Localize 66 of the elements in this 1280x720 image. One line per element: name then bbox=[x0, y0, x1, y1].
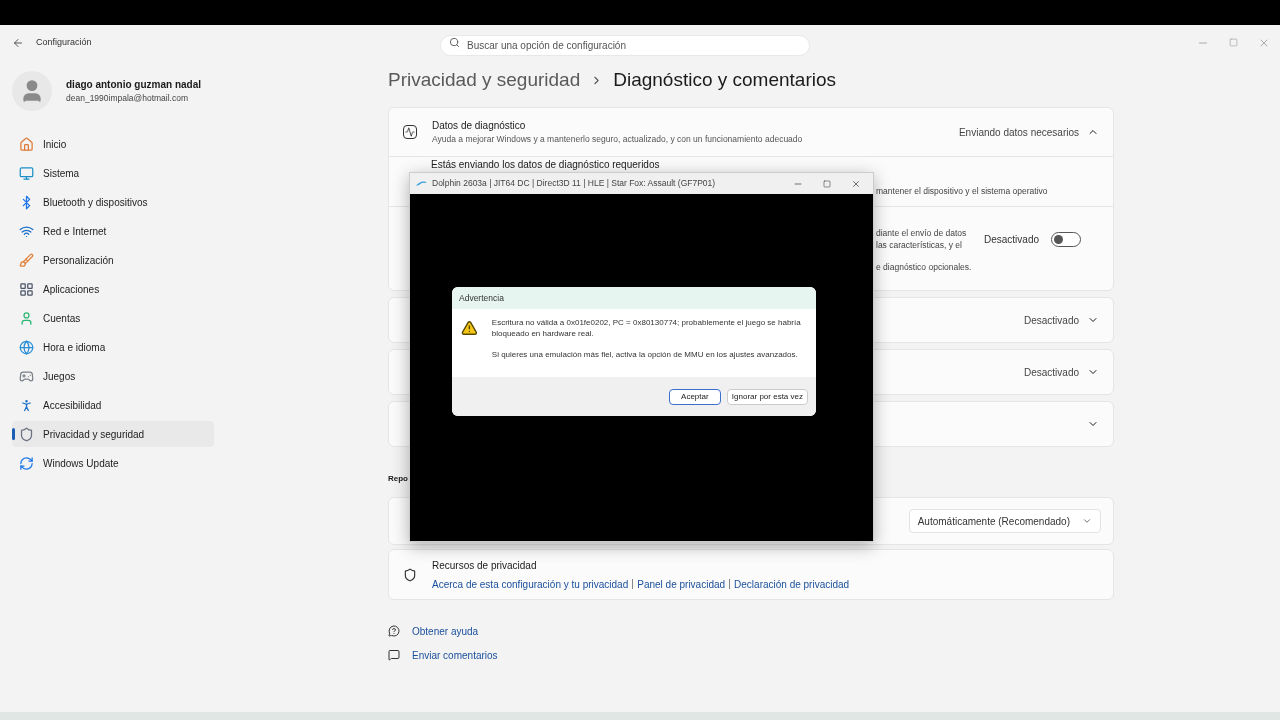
search-field[interactable]: Buscar una opción de configuración bbox=[440, 35, 810, 56]
setting-description: mantener el dispositivo y el sistema operativo bbox=[876, 185, 1049, 198]
dialog-button[interactable]: Aceptar bbox=[668, 388, 721, 405]
apps-icon bbox=[19, 281, 34, 297]
dialog-button[interactable]: Ignorar por esta vez bbox=[726, 388, 808, 405]
sidebar-item[interactable]: Sistema bbox=[12, 160, 214, 186]
chevron-down-icon bbox=[1082, 516, 1092, 526]
feedback-icon bbox=[388, 649, 400, 661]
setting-title: Estás enviando los datos de diagnóstico requeridos bbox=[431, 159, 661, 171]
brush-icon bbox=[19, 252, 34, 268]
sidebar-item[interactable]: Juegos bbox=[12, 363, 214, 389]
user-icon bbox=[19, 310, 34, 326]
globe-icon bbox=[19, 339, 34, 355]
account-email: dean_1990impala@hotmail.com bbox=[66, 92, 190, 105]
toggle-switch[interactable] bbox=[1051, 231, 1081, 247]
setting-description: diante el envío de datos bbox=[876, 227, 967, 239]
back-icon[interactable] bbox=[12, 36, 24, 49]
setting-value: Desactivado bbox=[1023, 365, 1079, 380]
setting-description: las características, y el bbox=[876, 239, 963, 251]
activity-icon bbox=[403, 125, 417, 139]
gamepad-icon bbox=[19, 368, 34, 384]
breadcrumb-parent[interactable]: Privacidad y seguridad bbox=[388, 65, 581, 95]
toggle-label: Desactivado bbox=[983, 232, 1039, 247]
wifi-icon bbox=[19, 223, 34, 239]
refresh-icon bbox=[19, 455, 34, 471]
help-link[interactable]: Enviar comentarios bbox=[412, 647, 498, 663]
sidebar-item[interactable]: Aplicaciones bbox=[12, 276, 214, 302]
setting-value: Enviando datos necesarios bbox=[958, 125, 1079, 140]
avatar bbox=[12, 71, 52, 111]
dialog-title: Advertencia bbox=[459, 291, 504, 305]
accessibility-icon bbox=[19, 397, 34, 413]
sidebar-item[interactable]: Privacidad y seguridad bbox=[12, 421, 214, 447]
maximize-icon[interactable] bbox=[823, 179, 831, 188]
window-title: Configuración bbox=[36, 35, 93, 49]
setting-description: e diagnóstico opcionales. bbox=[876, 261, 973, 274]
sidebar-item[interactable]: Red e Internet bbox=[12, 218, 214, 244]
section-heading: Repo bbox=[388, 473, 408, 485]
dolphin-icon bbox=[416, 179, 428, 188]
sidebar-item[interactable]: Inicio bbox=[12, 131, 214, 157]
privacy-link[interactable]: Acerca de esta configuración y tu privacidad bbox=[432, 576, 629, 592]
monitor-icon bbox=[19, 165, 34, 181]
setting-description: Ayuda a mejorar Windows y a mantenerlo seguro, actualizado, y con un funcionamiento adecuado bbox=[432, 133, 803, 146]
sidebar-item[interactable]: Windows Update bbox=[12, 450, 214, 476]
home-icon bbox=[19, 136, 34, 152]
sidebar-item[interactable]: Bluetooth y dispositivos bbox=[12, 189, 214, 215]
search-icon bbox=[449, 37, 460, 48]
sidebar-item[interactable]: Accesibilidad bbox=[12, 392, 214, 418]
help-icon bbox=[388, 625, 400, 637]
privacy-link[interactable]: Declaración de privacidad bbox=[734, 576, 850, 592]
sidebar-item[interactable]: Cuentas bbox=[12, 305, 214, 331]
window-title: Dolphin 2603a | JIT64 DC | Direct3D 11 | HLE | Star Fox: Assault (GF7P01) bbox=[432, 177, 716, 190]
setting-title: Recursos de privacidad bbox=[432, 558, 538, 573]
dialog-message: Escritura no válida a 0x01fe0202, PC = 0x80130774; probablemente el juego se habría bloqueado en hardware real. bbox=[491, 317, 802, 339]
help-link[interactable]: Obtener ayuda bbox=[412, 623, 479, 639]
sidebar-item[interactable]: Hora e idioma bbox=[12, 334, 214, 360]
setting-title: Datos de diagnóstico bbox=[432, 119, 527, 134]
page-title: Diagnóstico y comentarios bbox=[613, 67, 837, 92]
shield-icon bbox=[403, 567, 417, 582]
setting-value: Desactivado bbox=[1023, 313, 1079, 328]
close-icon[interactable] bbox=[851, 178, 861, 189]
sidebar-item[interactable]: Personalización bbox=[12, 247, 214, 273]
shield-icon bbox=[19, 426, 34, 442]
account-name: diago antonio guzman nadal bbox=[66, 78, 201, 93]
frequency-dropdown[interactable]: Automáticamente (Recomendado) bbox=[908, 509, 1101, 533]
dialog-message: Si quieres una emulación más fiel, activa la opción de MMU en los ajustes avanzados. bbox=[491, 349, 799, 360]
privacy-link[interactable]: Panel de privacidad bbox=[637, 576, 726, 592]
